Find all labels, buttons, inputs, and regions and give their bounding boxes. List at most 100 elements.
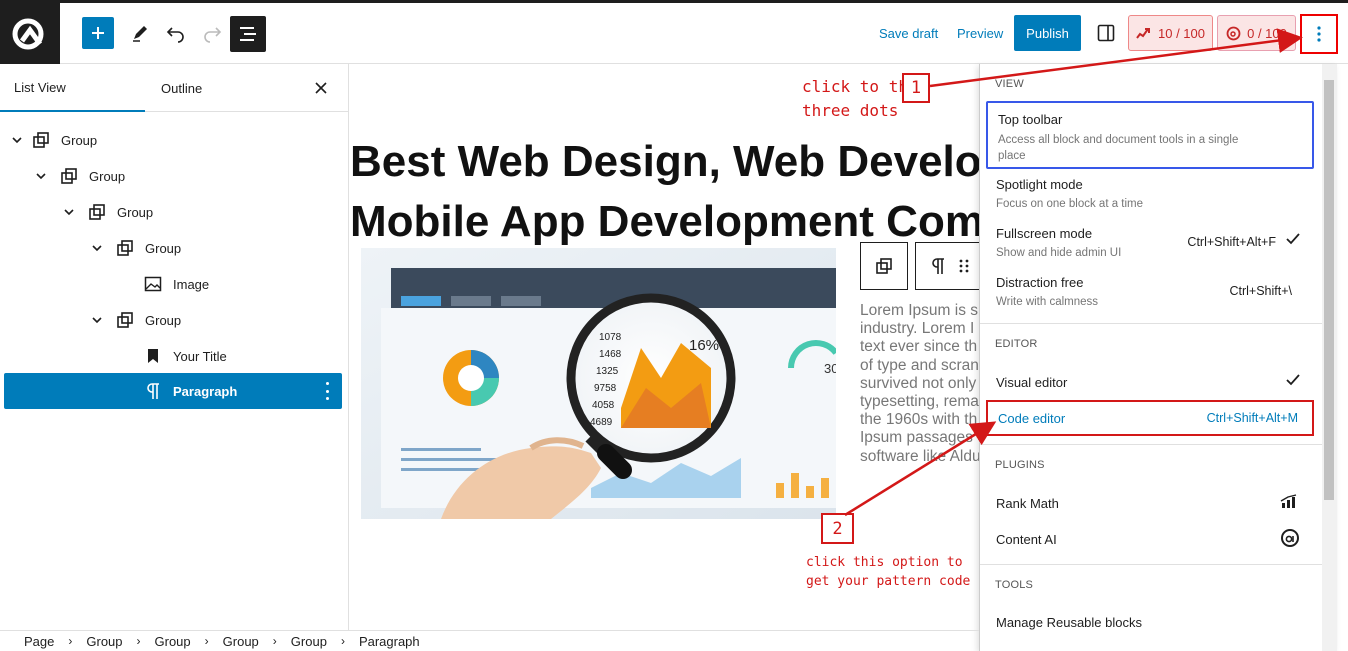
menu-item-description: Show and hide admin UI xyxy=(996,247,1122,259)
menu-scrollbar[interactable] xyxy=(1322,64,1337,651)
more-vertical-icon[interactable] xyxy=(324,382,330,400)
tab-outline[interactable]: Outline xyxy=(145,64,245,112)
menu-item-label: Manage Reusable blocks xyxy=(996,615,1142,630)
paragraph-icon xyxy=(143,381,163,401)
bookmark-icon xyxy=(143,346,163,366)
close-sidebar-button[interactable] xyxy=(309,76,333,100)
menu-item-manage-reusable-blocks[interactable]: Manage Reusable blocks xyxy=(986,604,1314,640)
content-ai-score: 0 / 100 xyxy=(1247,25,1287,41)
chevron-down-icon[interactable] xyxy=(10,133,24,147)
tree-item-group[interactable]: Group xyxy=(0,194,349,230)
tree-item-label: Group xyxy=(61,132,98,148)
tree-item-label: Paragraph xyxy=(173,383,238,399)
add-block-button[interactable] xyxy=(82,17,114,49)
menu-item-spotlight-mode[interactable]: Spotlight mode Focus on one block at a t… xyxy=(986,170,1314,218)
plugins-section-heading: PLUGINS xyxy=(995,459,1045,471)
save-draft-button[interactable]: Save draft xyxy=(879,26,938,41)
chevron-down-icon[interactable] xyxy=(90,313,104,327)
menu-scrollbar-thumb[interactable] xyxy=(1324,80,1334,500)
tree-item-label: Group xyxy=(117,204,154,220)
title-line: Best Web Design, Web Develo xyxy=(350,137,979,186)
tab-list-view[interactable]: List View xyxy=(0,64,145,112)
tree-item-group[interactable]: Group xyxy=(0,302,349,338)
image-number: 4058 xyxy=(592,400,615,411)
preview-button[interactable]: Preview xyxy=(957,26,1003,41)
menu-item-rank-math[interactable]: Rank Math xyxy=(986,485,1314,521)
tree-item-group[interactable]: Group xyxy=(0,230,349,266)
site-logo[interactable] xyxy=(0,3,60,64)
annotation-step2-badge: 2 xyxy=(821,513,854,544)
editor-canvas[interactable]: Best Web Design, Web Develo Mobile App D… xyxy=(349,64,979,630)
menu-divider xyxy=(980,444,1323,445)
tree-item-group[interactable]: Group xyxy=(0,122,349,158)
image-number: 1078 xyxy=(599,332,622,343)
breadcrumb-item[interactable]: Group xyxy=(155,634,191,649)
undo-button[interactable] xyxy=(162,17,190,49)
chevron-down-icon[interactable] xyxy=(90,241,104,255)
breadcrumb-item[interactable]: Group xyxy=(291,634,327,649)
sidebar-panel-icon xyxy=(1097,24,1115,42)
breadcrumb-item[interactable]: Page xyxy=(24,634,54,649)
chevron-right-icon: › xyxy=(204,634,209,648)
breadcrumb-item[interactable]: Group xyxy=(223,634,259,649)
menu-item-description: Write with calmness xyxy=(996,296,1099,308)
image-gauge-number: 30 xyxy=(824,361,836,376)
tree-item-group[interactable]: Group xyxy=(0,158,349,194)
menu-item-description: Focus on one block at a time xyxy=(996,198,1144,210)
paragraph-icon xyxy=(932,258,944,274)
annotation-line: get your pattern code xyxy=(806,574,971,589)
menu-item-top-toolbar[interactable]: Top toolbar Access all block and documen… xyxy=(986,101,1314,169)
hero-image[interactable]: 30 1078 1468 1325 9758 4058 4689 16% xyxy=(361,248,836,519)
settings-panel-toggle[interactable] xyxy=(1093,20,1119,46)
more-vertical-icon xyxy=(1317,26,1321,42)
tree-item-image[interactable]: Image xyxy=(0,266,349,302)
chevron-down-icon[interactable] xyxy=(34,169,48,183)
rank-math-score-button[interactable]: 10 / 100 xyxy=(1128,15,1213,51)
group-icon xyxy=(876,258,892,274)
menu-item-content-ai[interactable]: Content AI xyxy=(986,521,1314,557)
sidebar-tabs: List View Outline xyxy=(0,64,349,112)
annotation-step2-text: click this option to get your pattern co… xyxy=(806,553,970,591)
page-title[interactable]: Best Web Design, Web Develo Mobile App D… xyxy=(350,132,979,252)
menu-item-distraction-free[interactable]: Distraction free Write with calmness Ctr… xyxy=(986,268,1314,316)
tools-button[interactable] xyxy=(126,17,154,49)
editor-section-heading: EDITOR xyxy=(995,338,1038,350)
tree-item-label: Group xyxy=(145,240,182,256)
menu-item-label: Content AI xyxy=(996,532,1057,547)
list-view-icon xyxy=(240,27,256,41)
breadcrumb-item[interactable]: Paragraph xyxy=(359,634,420,649)
paragraph-block[interactable]: Lorem Ipsum is s industry. Lorem I text … xyxy=(860,302,979,466)
menu-item-code-editor[interactable]: Code editor Ctrl+Shift+Alt+M xyxy=(986,400,1314,436)
paragraph-block-toolbar[interactable] xyxy=(915,242,979,290)
redo-button[interactable] xyxy=(198,17,226,49)
rank-math-score: 10 / 100 xyxy=(1158,25,1205,41)
breadcrumb-item[interactable]: Group xyxy=(86,634,122,649)
tree-item-paragraph[interactable]: Paragraph xyxy=(4,373,342,409)
block-switcher-button[interactable] xyxy=(860,242,908,290)
check-icon xyxy=(1286,233,1300,245)
chevron-down-icon[interactable] xyxy=(62,205,76,219)
content-ai-score-button[interactable]: 0 / 100 xyxy=(1217,15,1296,51)
annotation-step1-badge: 1 xyxy=(902,73,930,103)
view-section-heading: VIEW xyxy=(995,78,1024,90)
annotation-line: click this option to xyxy=(806,555,963,570)
group-icon xyxy=(31,130,51,150)
list-view-toggle[interactable] xyxy=(230,16,266,52)
tree-item-label: Image xyxy=(173,276,210,292)
menu-item-visual-editor[interactable]: Visual editor xyxy=(986,364,1314,400)
menu-item-shortcut: Ctrl+Shift+Alt+F xyxy=(1187,235,1276,249)
options-menu-button[interactable] xyxy=(1300,14,1338,54)
logo-icon xyxy=(12,18,44,50)
group-icon xyxy=(59,166,79,186)
menu-item-label: Visual editor xyxy=(996,375,1068,390)
tree-item-label: Your Title xyxy=(173,348,227,364)
menu-item-fullscreen-mode[interactable]: Fullscreen mode Show and hide admin UI C… xyxy=(986,219,1314,267)
rank-math-icon xyxy=(1280,493,1300,509)
drag-handle-icon xyxy=(959,259,969,273)
menu-item-label: Spotlight mode xyxy=(996,177,1083,192)
publish-button[interactable]: Publish xyxy=(1014,15,1081,51)
image-big-number: 16% xyxy=(689,337,719,354)
group-icon xyxy=(115,238,135,258)
tree-item-your-title[interactable]: Your Title xyxy=(0,338,349,374)
tools-section-heading: TOOLS xyxy=(995,579,1034,591)
